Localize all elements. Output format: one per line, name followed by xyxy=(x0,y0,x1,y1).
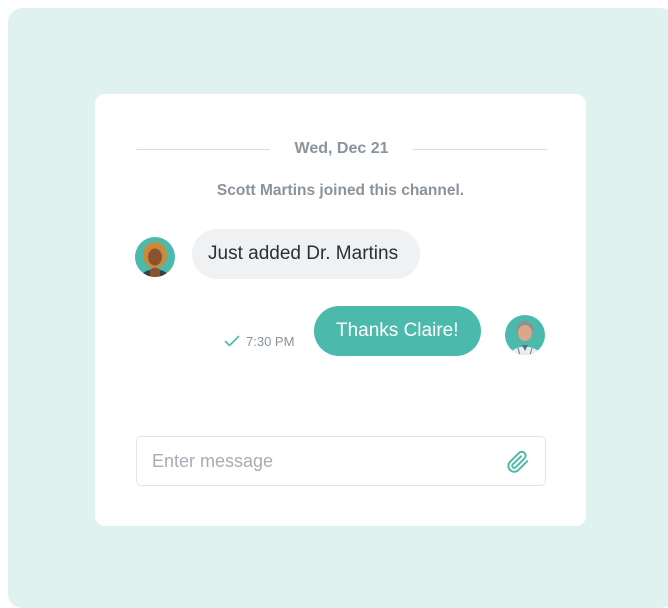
divider-line-right xyxy=(413,149,547,150)
message-bubble-outgoing: Thanks Claire! xyxy=(314,306,481,356)
system-message: Scott Martins joined this channel. xyxy=(216,182,465,199)
chat-card: Wed, Dec 21 Scott Martins joined this ch… xyxy=(95,94,586,526)
divider-line-left xyxy=(136,149,270,150)
user-avatar-scott[interactable] xyxy=(505,315,545,355)
message-time: 7:30 PM xyxy=(246,333,295,349)
message-composer xyxy=(136,436,546,486)
message-meta: 7:30 PM xyxy=(224,332,294,350)
paperclip-icon[interactable] xyxy=(505,449,531,475)
checkmark-icon xyxy=(224,335,240,347)
message-bubble-incoming: Just added Dr. Martins xyxy=(192,229,421,279)
message-input[interactable] xyxy=(152,437,492,485)
date-label: Wed, Dec 21 xyxy=(294,140,389,157)
date-divider: Wed, Dec 21 xyxy=(136,138,547,160)
user-avatar-claire[interactable] xyxy=(135,237,175,277)
